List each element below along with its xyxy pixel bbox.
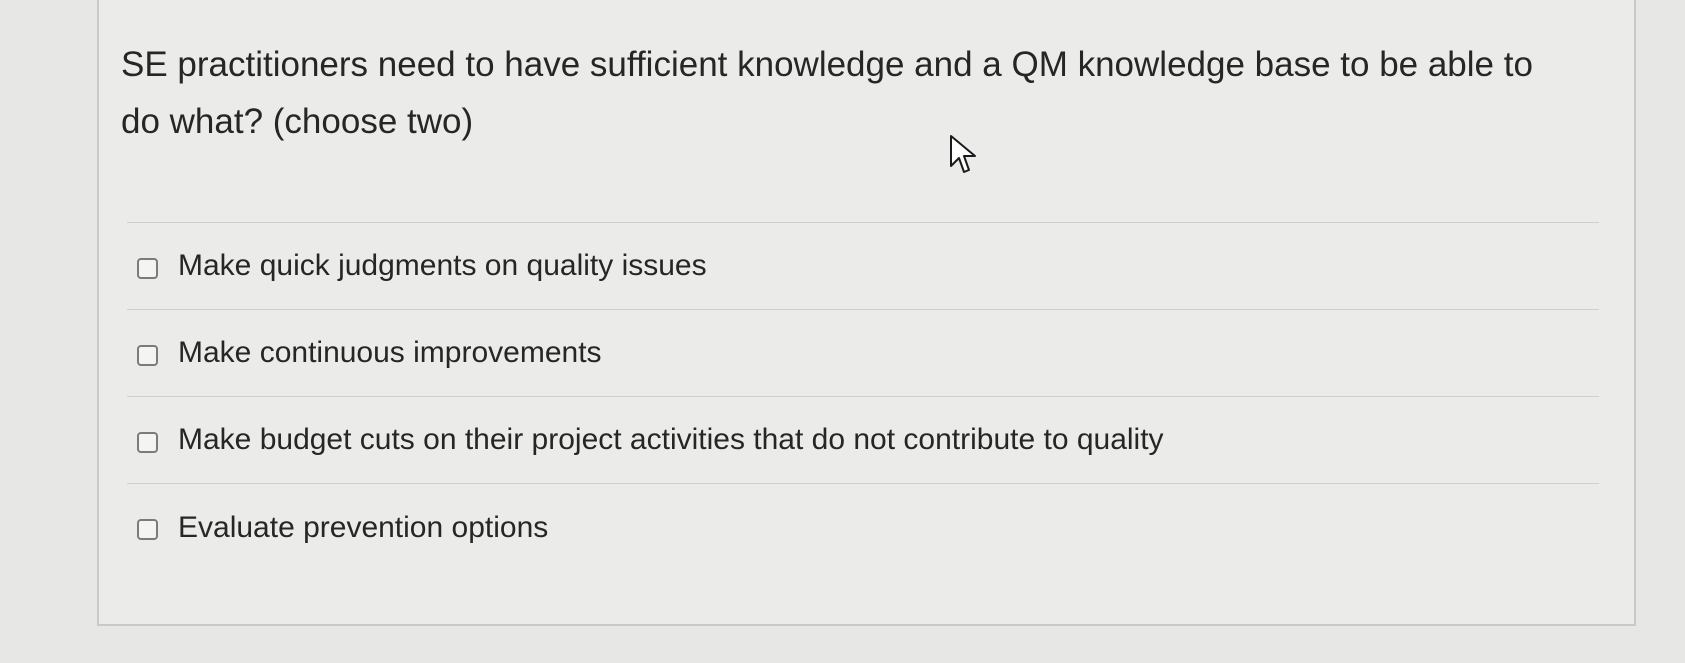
option-budget-cuts[interactable]: Make budget cuts on their project activi…	[127, 397, 1599, 484]
checkbox[interactable]	[137, 431, 158, 453]
option-label: Evaluate prevention options	[178, 510, 549, 544]
answer-options-list: Make quick judgments on quality issues M…	[127, 222, 1599, 571]
checkbox[interactable]	[137, 344, 158, 366]
option-label: Make continuous improvements	[178, 336, 602, 369]
arrow-cursor-icon	[950, 135, 976, 173]
checkbox[interactable]	[137, 257, 158, 279]
question-card: SE practitioners need to have sufficient…	[97, 0, 1636, 626]
option-quick-judgments[interactable]: Make quick judgments on quality issues	[127, 223, 1599, 310]
option-label: Make budget cuts on their project activi…	[178, 423, 1164, 456]
checkbox[interactable]	[137, 519, 158, 540]
option-evaluate-prevention[interactable]: Evaluate prevention options	[127, 484, 1599, 571]
question-text: SE practitioners need to have sufficient…	[121, 45, 1533, 141]
option-label: Make quick judgments on quality issues	[178, 249, 707, 282]
option-continuous-improvements[interactable]: Make continuous improvements	[127, 310, 1599, 397]
